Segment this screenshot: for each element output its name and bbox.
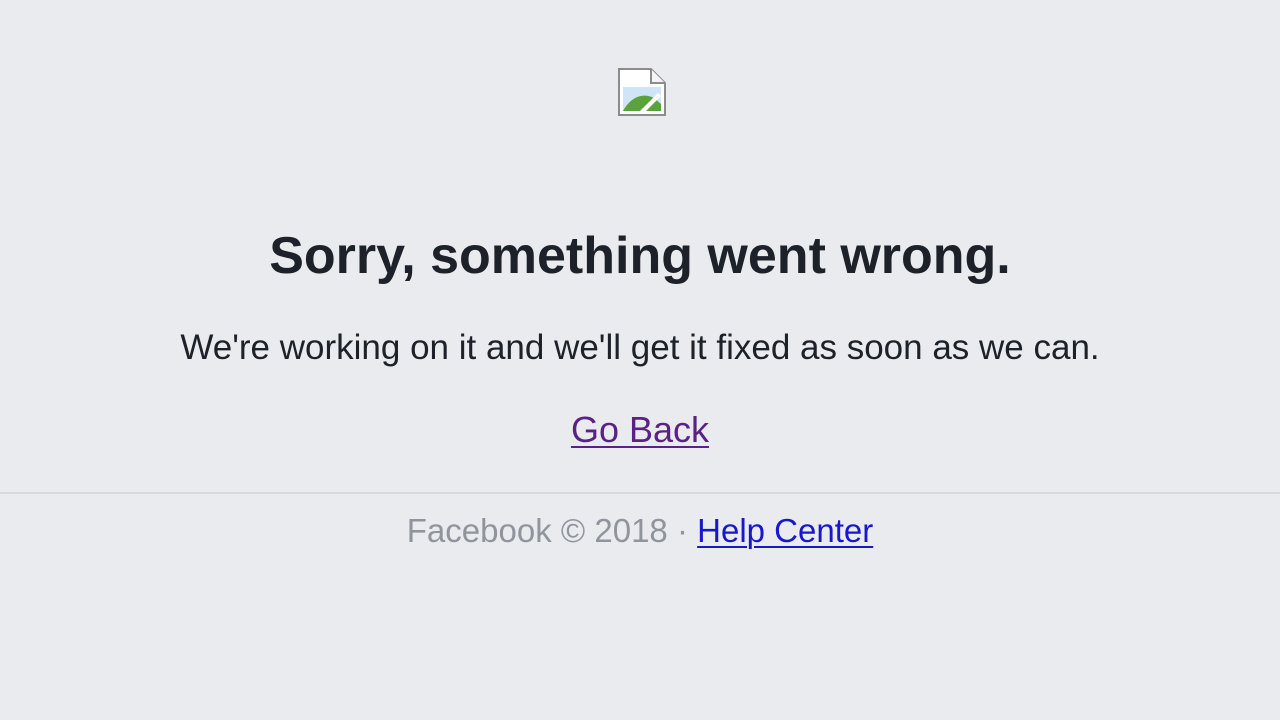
footer-divider [0,492,1280,494]
footer-brand: Facebook [406,512,552,549]
footer-copyright-symbol: © [560,512,586,549]
go-back-container: Go Back [0,406,1280,454]
footer-year: 2018 [594,512,668,549]
error-page: Sorry, something went wrong. We're worki… [0,0,1280,720]
broken-image-icon [618,68,666,116]
go-back-link[interactable]: Go Back [571,409,709,450]
error-title: Sorry, something went wrong. [269,227,1011,285]
footer-separator: · [676,512,688,549]
help-center-link[interactable]: Help Center [697,512,873,549]
error-message: We're working on it and we'll get it fix… [180,328,1100,367]
footer: Facebook © 2018 · Help Center [0,509,1280,553]
